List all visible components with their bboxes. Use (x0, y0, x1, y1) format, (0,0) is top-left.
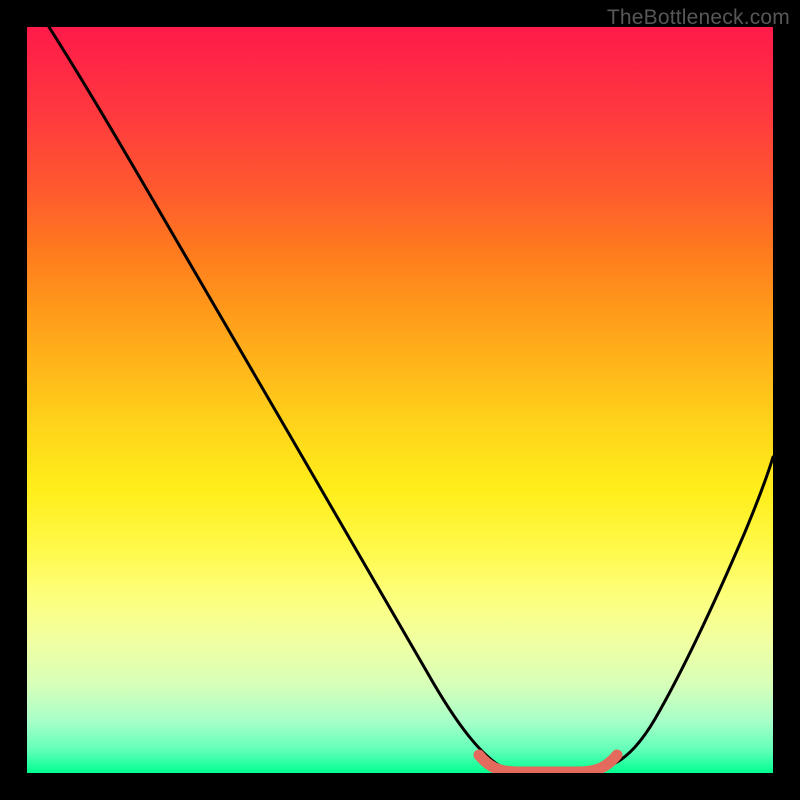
bottleneck-curve-path (49, 27, 773, 773)
optimal-range-path (479, 755, 617, 772)
watermark-text: TheBottleneck.com (607, 6, 790, 30)
chart-svg (27, 27, 773, 773)
bottleneck-chart: TheBottleneck.com (0, 0, 800, 800)
plot-area (27, 27, 773, 773)
